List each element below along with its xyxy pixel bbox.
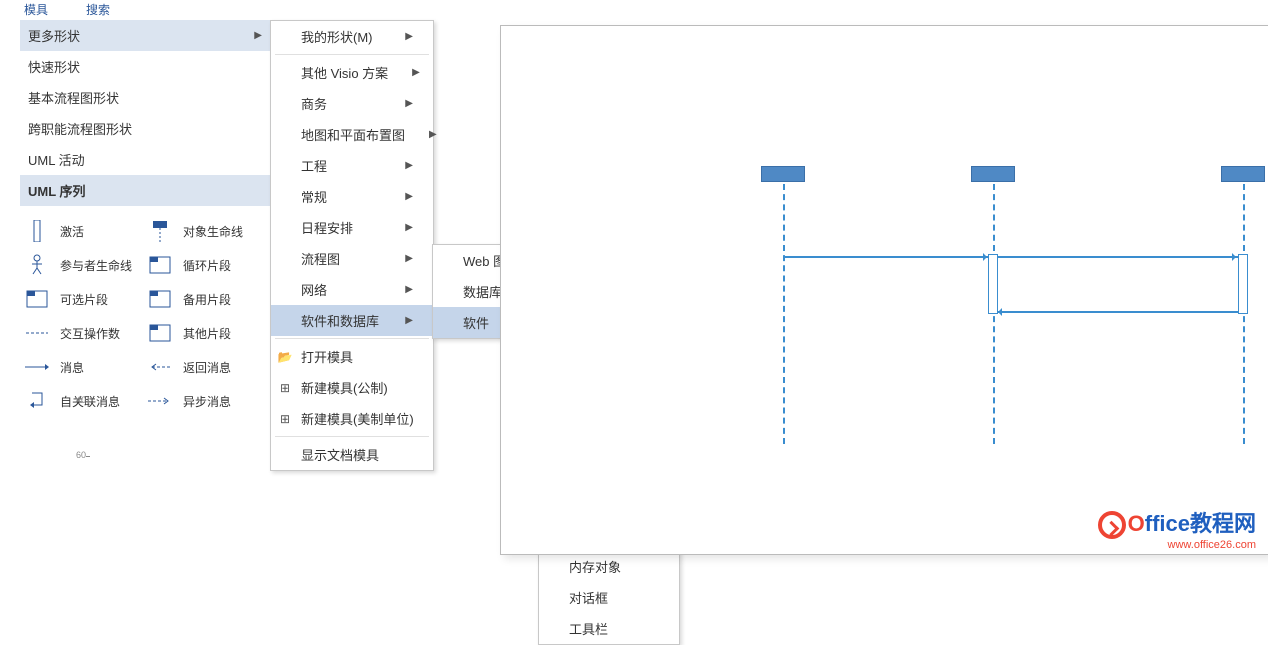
drawing-page[interactable]	[500, 25, 1268, 555]
async-message-icon	[147, 390, 173, 412]
lifeline-3[interactable]	[1243, 184, 1245, 444]
execution-3[interactable]	[1238, 254, 1248, 314]
message-1-2[interactable]	[784, 256, 990, 258]
other-fragment-icon	[147, 322, 173, 344]
tab-search[interactable]: 搜索	[82, 0, 114, 21]
shape-palette: 激活 对象生命线 参与者生命线 循环片段 可选片段	[20, 206, 270, 426]
activation-icon	[24, 220, 50, 242]
shape-activation[interactable]: 激活	[24, 220, 143, 242]
return-3-2[interactable]	[995, 311, 1239, 313]
tab-stencils[interactable]: 模具	[20, 0, 52, 21]
logo-url: www.office26.com	[1098, 539, 1256, 551]
chevron-right-icon: ▶	[254, 30, 262, 41]
menu3-toolbar[interactable]: 工具栏	[539, 613, 679, 644]
message-2-3[interactable]	[995, 256, 1239, 258]
menu-business[interactable]: 商务▶	[271, 88, 433, 119]
shape-async-message[interactable]: 异步消息	[147, 390, 266, 412]
shapes-sidebar: 更多形状 ▶ 快速形状 基本流程图形状 跨职能流程图形状 UML 活动 UML …	[20, 20, 270, 426]
menu-separator	[275, 436, 429, 437]
execution-2[interactable]	[988, 254, 998, 314]
sidebar-item-basic-flow[interactable]: 基本流程图形状	[20, 82, 270, 113]
logo-icon	[1098, 511, 1126, 539]
more-shapes-menu: 我的形状(M)▶ 其他 Visio 方案▶ 商务▶ 地图和平面布置图▶ 工程▶ …	[270, 20, 434, 471]
shape-actor-lifeline[interactable]: 参与者生命线	[24, 254, 143, 276]
sidebar-more-shapes[interactable]: 更多形状 ▶	[20, 20, 270, 51]
menu-engineering[interactable]: 工程▶	[271, 150, 433, 181]
ruler-tick-40: 40	[76, 395, 86, 405]
sequence-object-2[interactable]	[971, 166, 1015, 182]
menu3-memory[interactable]: 内存对象	[539, 551, 679, 582]
menu-network[interactable]: 网络▶	[271, 274, 433, 305]
sequence-object-1[interactable]	[761, 166, 805, 182]
object-lifeline-icon	[147, 220, 173, 242]
lifeline-1[interactable]	[783, 184, 785, 444]
shape-loop-fragment[interactable]: 循环片段	[147, 254, 266, 276]
menu-flowchart[interactable]: 流程图▶	[271, 243, 433, 274]
chevron-right-icon: ▶	[405, 31, 413, 42]
sidebar-item-uml-activity[interactable]: UML 活动	[20, 144, 270, 175]
actor-lifeline-icon	[24, 254, 50, 276]
grid-icon: ⊞	[277, 381, 293, 395]
shape-return-message[interactable]: 返回消息	[147, 356, 266, 378]
site-logo: Office教程网 www.office26.com	[1098, 511, 1256, 551]
shape-message[interactable]: 消息	[24, 356, 143, 378]
menu3-dialog[interactable]: 对话框	[539, 582, 679, 613]
sequence-object-3[interactable]	[1221, 166, 1265, 182]
menu-schedule[interactable]: 日程安排▶	[271, 212, 433, 243]
sidebar-item-cross-flow[interactable]: 跨职能流程图形状	[20, 113, 270, 144]
menu-separator	[275, 338, 429, 339]
shape-alt-fragment[interactable]: 备用片段	[147, 288, 266, 310]
menu-software-db[interactable]: 软件和数据库▶	[271, 305, 433, 336]
menu-general[interactable]: 常规▶	[271, 181, 433, 212]
menu-show-doc-stencil[interactable]: 显示文档模具	[271, 439, 433, 470]
sidebar-item-uml-sequence[interactable]: UML 序列	[20, 175, 270, 206]
message-icon	[24, 356, 50, 378]
sidebar-item-quick[interactable]: 快速形状	[20, 51, 270, 82]
ruler-tick-60: 60	[76, 450, 86, 460]
sidebar-item-label: 更多形状	[28, 26, 80, 45]
self-message-icon	[24, 390, 50, 412]
menu-my-shapes[interactable]: 我的形状(M)▶	[271, 21, 433, 52]
return-message-icon	[147, 356, 173, 378]
menu-separator	[275, 54, 429, 55]
menu-open-stencil[interactable]: 📂打开模具	[271, 341, 433, 372]
menu-new-stencil-metric[interactable]: ⊞新建模具(公制)	[271, 372, 433, 403]
alt-fragment-icon	[147, 288, 173, 310]
menu-other-visio[interactable]: 其他 Visio 方案▶	[271, 57, 433, 88]
loop-fragment-icon	[147, 254, 173, 276]
shape-operand[interactable]: 交互操作数	[24, 322, 143, 344]
menu-map[interactable]: 地图和平面布置图▶	[271, 119, 433, 150]
opt-fragment-icon	[24, 288, 50, 310]
shape-opt-fragment[interactable]: 可选片段	[24, 288, 143, 310]
drawing-canvas[interactable]	[480, 0, 1268, 555]
shape-object-lifeline[interactable]: 对象生命线	[147, 220, 266, 242]
menu-new-stencil-us[interactable]: ⊞新建模具(美制单位)	[271, 403, 433, 434]
folder-open-icon: 📂	[277, 350, 293, 364]
operand-icon	[24, 322, 50, 344]
shape-other-fragment[interactable]: 其他片段	[147, 322, 266, 344]
grid-icon: ⊞	[277, 412, 293, 426]
